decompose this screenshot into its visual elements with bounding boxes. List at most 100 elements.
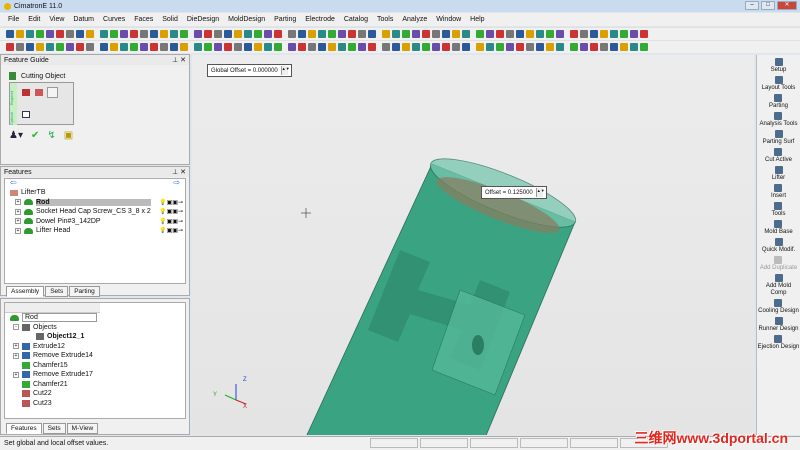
toolbar-button-icon[interactable] xyxy=(254,43,262,51)
toolbar-button-icon[interactable] xyxy=(392,43,400,51)
toolbar-button-icon[interactable] xyxy=(244,30,252,38)
toolbar-button-icon[interactable] xyxy=(442,43,450,51)
toolbar-button-icon[interactable] xyxy=(600,30,608,38)
toolbar-button-icon[interactable] xyxy=(526,30,534,38)
menu-curves[interactable]: Curves xyxy=(103,16,125,23)
select-object-icon[interactable] xyxy=(22,89,30,96)
toolbar-analysis-tools[interactable]: Analysis Tools xyxy=(760,112,797,128)
menu-file[interactable]: File xyxy=(8,16,19,23)
toolbar-button-icon[interactable] xyxy=(264,30,272,38)
toolbar-button-icon[interactable] xyxy=(506,43,514,51)
toolbar-layout-tools[interactable]: Layout Tools xyxy=(762,76,795,92)
toolbar-button-icon[interactable] xyxy=(536,30,544,38)
toolbar-button-icon[interactable] xyxy=(140,30,148,38)
toolbar-cooling-design[interactable]: Cooling Design xyxy=(758,299,799,315)
toolbar-button-icon[interactable] xyxy=(150,43,158,51)
toolbar-button-icon[interactable] xyxy=(180,43,188,51)
toolbar-button-icon[interactable] xyxy=(620,30,628,38)
tree-item[interactable]: + Remove Extrude14 xyxy=(5,351,185,361)
toolbar-button-icon[interactable] xyxy=(348,43,356,51)
toolbar-lifter[interactable]: Lifter xyxy=(772,166,785,182)
toolbar-button-icon[interactable] xyxy=(36,30,44,38)
toolbar-button-icon[interactable] xyxy=(348,30,356,38)
tree-item[interactable]: Cut23 xyxy=(5,399,185,409)
toolbar-button-icon[interactable] xyxy=(214,43,222,51)
toolbar-button-icon[interactable] xyxy=(452,43,460,51)
tab-assembly[interactable]: Assembly xyxy=(6,286,45,297)
toolbar-setup[interactable]: Setup xyxy=(771,58,786,74)
toolbar-button-icon[interactable] xyxy=(476,30,484,38)
toolbar-button-icon[interactable] xyxy=(382,30,390,38)
tree-item[interactable]: Object12_1 xyxy=(5,332,185,342)
menu-solid[interactable]: Solid xyxy=(162,16,178,23)
pick-icon[interactable] xyxy=(47,87,58,98)
toolbar-ejection-design[interactable]: Ejection Design xyxy=(758,335,799,351)
toolbar-button-icon[interactable] xyxy=(308,43,316,51)
toolbar-button-icon[interactable] xyxy=(412,30,420,38)
toolbar-parting-surf[interactable]: Parting Surf xyxy=(763,130,794,146)
toolbar-button-icon[interactable] xyxy=(570,30,578,38)
feature-item[interactable]: + Socket Head Cap Screw_CS 3_8 x 2 💡▣▣⊸ xyxy=(5,207,185,217)
exit-icon[interactable]: ▣ xyxy=(64,130,73,141)
toolbar-button-icon[interactable] xyxy=(288,43,296,51)
menu-diedesign[interactable]: DieDesign xyxy=(187,16,219,23)
tree-item[interactable]: Chamfer15 xyxy=(5,361,185,371)
toolbar-button-icon[interactable] xyxy=(264,43,272,51)
close-button[interactable]: ✕ xyxy=(777,1,797,10)
toolbar-button-icon[interactable] xyxy=(180,30,188,38)
toolbar-button-icon[interactable] xyxy=(358,30,366,38)
menu-parting[interactable]: Parting xyxy=(274,16,296,23)
toolbar-button-icon[interactable] xyxy=(580,43,588,51)
apply-icon[interactable]: ↯ xyxy=(47,130,55,141)
expand-toggle[interactable]: - xyxy=(13,324,19,331)
toolbar-button-icon[interactable] xyxy=(382,43,390,51)
toolbar-button-icon[interactable] xyxy=(66,43,74,51)
toolbar-button-icon[interactable] xyxy=(590,30,598,38)
toolbar-button-icon[interactable] xyxy=(432,43,440,51)
toolbar-insert[interactable]: Insert xyxy=(771,184,786,200)
toolbar-button-icon[interactable] xyxy=(442,30,450,38)
toolbar-button-icon[interactable] xyxy=(274,43,282,51)
toolbar-button-icon[interactable] xyxy=(36,43,44,51)
toolbar-button-icon[interactable] xyxy=(516,30,524,38)
toolbar-button-icon[interactable] xyxy=(46,30,54,38)
tree-item[interactable]: + Remove Extrude17 xyxy=(5,370,185,380)
toolbar-button-icon[interactable] xyxy=(298,30,306,38)
toolbar-button-icon[interactable] xyxy=(224,30,232,38)
toolbar-button-icon[interactable] xyxy=(432,30,440,38)
minimize-button[interactable]: – xyxy=(745,1,759,10)
menu-catalog[interactable]: Catalog xyxy=(344,16,368,23)
menu-help[interactable]: Help xyxy=(470,16,484,23)
toolbar-button-icon[interactable] xyxy=(486,30,494,38)
toolbar-tools[interactable]: Tools xyxy=(771,202,786,218)
select-face-icon[interactable] xyxy=(35,89,43,96)
toolbar-button-icon[interactable] xyxy=(392,30,400,38)
toolbar-button-icon[interactable] xyxy=(234,43,242,51)
toolbar-button-icon[interactable] xyxy=(56,30,64,38)
pin-close-icon[interactable]: ⊥ ✕ xyxy=(172,56,186,64)
toolbar-button-icon[interactable] xyxy=(496,43,504,51)
toolbar-button-icon[interactable] xyxy=(496,30,504,38)
menu-electrode[interactable]: Electrode xyxy=(305,16,335,23)
toolbar-button-icon[interactable] xyxy=(546,30,554,38)
tree-item[interactable]: Chamfer21 xyxy=(5,380,185,390)
tree-root[interactable]: LifterTB xyxy=(5,188,185,198)
global-offset-spinner[interactable]: ▲▼ xyxy=(280,66,290,75)
feature-item[interactable]: + Dowel Pin#3_142DP 💡▣▣⊸ xyxy=(5,217,185,227)
toolbar-button-icon[interactable] xyxy=(536,43,544,51)
toolbar-button-icon[interactable] xyxy=(150,30,158,38)
global-offset-field[interactable]: Global Offset = 0.000000 ▲▼ xyxy=(207,64,292,77)
toolbar-button-icon[interactable] xyxy=(66,30,74,38)
toolbar-button-icon[interactable] xyxy=(630,43,638,51)
tab-parting[interactable]: Parting xyxy=(69,286,100,297)
toolbar-button-icon[interactable] xyxy=(130,30,138,38)
expand-toggle[interactable]: + xyxy=(13,371,19,378)
expand-toggle[interactable]: + xyxy=(13,343,19,350)
menu-window[interactable]: Window xyxy=(436,16,461,23)
toolbar-button-icon[interactable] xyxy=(110,43,118,51)
options-icon[interactable] xyxy=(22,111,30,118)
visibility-icons[interactable]: 💡▣▣⊸ xyxy=(159,218,183,225)
toolbar-button-icon[interactable] xyxy=(160,30,168,38)
pin-close-icon[interactable]: ⊥ ✕ xyxy=(172,168,186,176)
rod-model[interactable]: Z X Y xyxy=(192,55,754,435)
